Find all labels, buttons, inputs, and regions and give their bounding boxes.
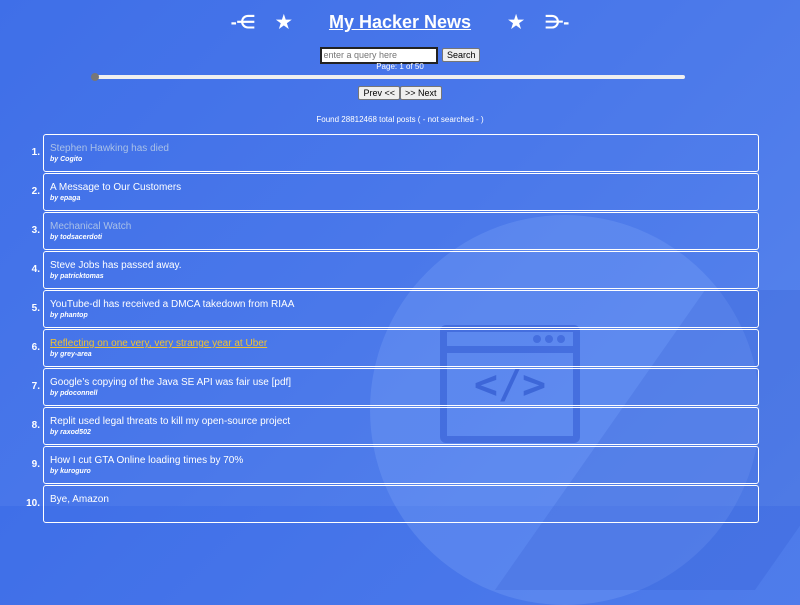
left-arrow-icon: -⋲ xyxy=(230,12,255,32)
post-list: 1. Stephen Hawking has died by Cogito 2. A M… xyxy=(0,134,800,524)
right-star-icon: ★ xyxy=(508,12,525,32)
post-card[interactable]: Steve Jobs has passed away. by patricktom… xyxy=(43,251,759,289)
list-item: 3. Mechanical Watch by todsacerdoti xyxy=(0,212,800,251)
page-indicator: Page: 1 of 50 xyxy=(376,62,424,71)
search-button[interactable]: Search xyxy=(441,48,481,62)
post-rank: 10. xyxy=(26,498,40,509)
list-item: 10. Bye, Amazon xyxy=(0,485,800,524)
post-author: by epaga xyxy=(50,195,81,202)
post-title-link[interactable]: Reflecting on one very, very strange yea… xyxy=(50,338,267,349)
left-star-icon: ★ xyxy=(275,12,292,32)
post-card[interactable]: A Message to Our Customers by epaga xyxy=(43,173,759,211)
post-title-link[interactable]: Replit used legal threats to kill my ope… xyxy=(50,416,290,427)
post-title-link[interactable]: A Message to Our Customers xyxy=(50,182,181,193)
post-card[interactable]: Replit used legal threats to kill my ope… xyxy=(43,407,759,445)
post-card[interactable]: Mechanical Watch by todsacerdoti xyxy=(43,212,759,250)
list-item: 4. Steve Jobs has passed away. by patrickt… xyxy=(0,251,800,290)
search-bar: Search xyxy=(0,45,800,64)
post-rank: 7. xyxy=(31,381,40,392)
post-rank: 3. xyxy=(31,225,40,236)
post-rank: 8. xyxy=(31,420,40,431)
page-slider[interactable] xyxy=(93,75,685,79)
right-arrow-icon: ⋺- xyxy=(545,12,570,32)
post-author: by phantop xyxy=(50,312,88,319)
pagination: Prev << >> Next xyxy=(0,86,800,100)
post-author: by kuroguro xyxy=(50,468,91,475)
post-card[interactable]: Bye, Amazon xyxy=(43,485,759,523)
post-card[interactable]: Reflecting on one very, very strange yea… xyxy=(43,329,759,367)
post-rank: 4. xyxy=(31,264,40,275)
post-author: by todsacerdoti xyxy=(50,234,103,241)
list-item: 1. Stephen Hawking has died by Cogito xyxy=(0,134,800,173)
post-author: by raxod502 xyxy=(50,429,91,436)
post-title-link[interactable]: YouTube-dl has received a DMCA takedown … xyxy=(50,299,294,310)
search-input[interactable] xyxy=(319,46,438,64)
post-title-link[interactable]: Google’s copying of the Java SE API was … xyxy=(50,377,291,388)
post-rank: 9. xyxy=(31,459,40,470)
prev-button[interactable]: Prev << xyxy=(358,86,400,100)
post-rank: 2. xyxy=(31,186,40,197)
post-rank: 5. xyxy=(31,303,40,314)
post-title-link[interactable]: How I cut GTA Online loading times by 70… xyxy=(50,455,243,466)
site-title[interactable]: My Hacker News xyxy=(329,12,471,32)
post-title-link[interactable]: Bye, Amazon xyxy=(50,494,109,505)
list-item: 2. A Message to Our Customers by epaga xyxy=(0,173,800,212)
list-item: 5. YouTube-dl has received a DMCA takedow… xyxy=(0,290,800,329)
post-title-link[interactable]: Steve Jobs has passed away. xyxy=(50,260,182,271)
post-card[interactable]: How I cut GTA Online loading times by 70… xyxy=(43,446,759,484)
post-title-link[interactable]: Mechanical Watch xyxy=(50,221,131,232)
site-header: -⋲ ★ My Hacker News ★ ⋺- xyxy=(0,12,800,33)
next-button[interactable]: >> Next xyxy=(400,86,442,100)
list-item: 9. How I cut GTA Online loading times by … xyxy=(0,446,800,485)
post-card[interactable]: Stephen Hawking has died by Cogito xyxy=(43,134,759,172)
post-author: by patricktomas xyxy=(50,273,104,280)
list-item: 8. Replit used legal threats to kill my o… xyxy=(0,407,800,446)
post-rank: 1. xyxy=(31,147,40,158)
page-slider-thumb[interactable] xyxy=(91,73,99,81)
results-summary: Found 28812468 total posts ( - not searc… xyxy=(316,115,484,124)
post-card[interactable]: Google’s copying of the Java SE API was … xyxy=(43,368,759,406)
post-title-link[interactable]: Stephen Hawking has died xyxy=(50,143,169,154)
list-item: 7. Google’s copying of the Java SE API wa… xyxy=(0,368,800,407)
post-author: by Cogito xyxy=(50,156,83,163)
post-author: by grey-area xyxy=(50,351,92,358)
post-author: by pdoconnell xyxy=(50,390,98,397)
post-rank: 6. xyxy=(31,342,40,353)
post-card[interactable]: YouTube-dl has received a DMCA takedown … xyxy=(43,290,759,328)
list-item: 6. Reflecting on one very, very strange y… xyxy=(0,329,800,368)
